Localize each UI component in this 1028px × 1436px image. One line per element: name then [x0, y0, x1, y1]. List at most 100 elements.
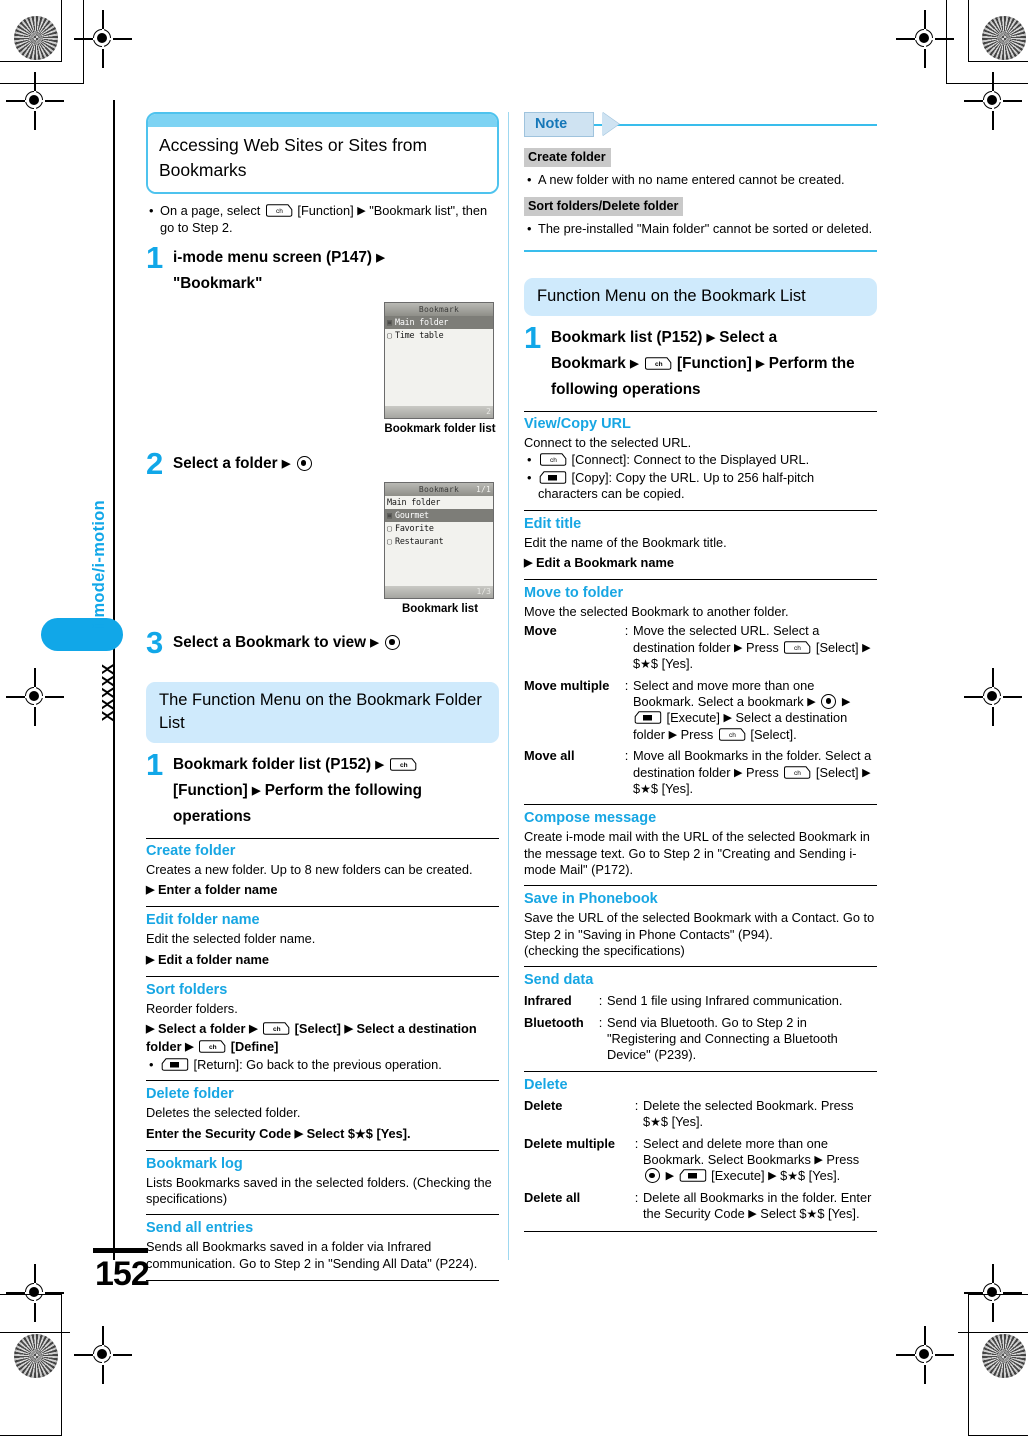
row-term: Delete all [524, 1189, 581, 1205]
ch-key-icon: ch [262, 1022, 290, 1035]
row-desc: Move the selected URL. Select a destinat… [633, 623, 871, 672]
ix-key-icon [634, 711, 662, 725]
phone-row-label: Main folder [387, 497, 441, 507]
entry-bookmark-log: Bookmark log Lists Bookmarks saved in th… [146, 1149, 499, 1208]
entry-operation: ▶ Select a folder ▶ ch [Select] ▶ Select… [146, 1020, 477, 1054]
entry-title: Bookmark log [146, 1155, 243, 1172]
entry-operation: ▶ Enter a folder name [146, 882, 278, 898]
center-key-icon [645, 1168, 660, 1184]
row-colon: : [598, 1014, 603, 1030]
left-column: Accessing Web Sites or Sites from Bookma… [146, 112, 499, 1281]
step-3-text: Select a Bookmark to view ▶ [173, 629, 499, 657]
center-key-icon [296, 456, 312, 471]
figure-bookmark-folder-list: Bookmark ▣ Main folder ▢ Time table 2 Book… [384, 302, 496, 436]
sub-heading-folder-function-menu: The Function Menu on the Bookmark Folder… [146, 682, 499, 743]
phone-status-bar: 1/3 [385, 586, 493, 598]
step-2-number: 2 [146, 446, 164, 481]
note-group-create-folder: Create folder • A new folder with no nam… [524, 148, 877, 189]
entry-delete-folder: Delete folder Deletes the selected folde… [146, 1080, 499, 1142]
ch-key-icon: ch [389, 758, 417, 771]
row-desc: Move all Bookmarks in the folder. Select… [633, 748, 872, 797]
entry-title: Sort folders [146, 981, 228, 998]
entry-operation: ▶ Edit a Bookmark name [524, 555, 674, 571]
entry-title: Edit title [524, 515, 582, 532]
table-row: Infrared : Send 1 file using Infrared co… [524, 993, 877, 1009]
note-bullet-text: A new folder with no name entered cannot… [538, 172, 845, 187]
center-key-icon [384, 635, 400, 650]
row-desc: Delete all Bookmarks in the folder. Ente… [643, 1189, 872, 1222]
bullet-dot-icon: • [527, 172, 532, 187]
svg-text:ch: ch [794, 645, 801, 652]
main-heading-text: Accessing Web Sites or Sites from Bookma… [148, 127, 497, 192]
ch-key-icon: ch [644, 357, 672, 370]
figure-caption: Bookmark list [401, 603, 479, 615]
phone-row-label: Restaurant [395, 536, 444, 546]
table-row: Delete : Delete the selected Bookmark. P… [524, 1098, 877, 1131]
phone-status-bar: 2 [385, 406, 493, 418]
step-2-text: Select a folder ▶ [173, 450, 499, 478]
page-number: 152 [95, 1255, 150, 1293]
ch-key-icon: ch [265, 204, 293, 217]
row-term: Move all [524, 748, 575, 764]
right-entries-bottom-rule [524, 1230, 877, 1232]
step-3-number: 3 [146, 625, 164, 660]
note-bullet: • The pre-installed "Main folder" cannot… [524, 221, 877, 238]
ch-key-icon: ch [718, 728, 746, 741]
entry-body: Edit the name of the Bookmark title. [524, 534, 727, 550]
row-desc: Select and delete more than one Bookmark… [643, 1135, 860, 1184]
ch-key-icon: ch [783, 765, 811, 779]
entry-body: Reorder folders. [146, 1000, 238, 1016]
entry-edit-title: Edit title Edit the name of the Bookmark… [524, 509, 877, 572]
figure-bookmark-list: Bookmark 1/1 Main folder ▣ Gourmet ▢ Favor… [384, 482, 496, 616]
step-1-number: 1 [146, 240, 164, 275]
row-term: Move [524, 623, 557, 639]
figure-caption: Bookmark folder list [384, 423, 496, 435]
entry-title: Send data [524, 972, 594, 989]
right-sub-step-1-text: Bookmark list (P152) ▶ Select a Bookmark … [551, 329, 855, 398]
entry-body: Connect to the selected URL. [524, 435, 692, 450]
entry-title: Compose message [524, 810, 657, 827]
note-bottom-rule [524, 250, 877, 252]
sub-step-1: 1 Bookmark folder list (P152) ▶ ch [Funct… [146, 749, 499, 829]
phone-row-label: Time table [395, 330, 444, 340]
sidebar-chapter-code: XXXXX [100, 663, 117, 722]
entry-title: Save in Phonebook [524, 891, 658, 908]
phone-row-label: Main folder [395, 317, 449, 327]
svg-text:ch: ch [794, 770, 801, 777]
note-group-label: Sort folders/Delete folder [524, 196, 684, 216]
table-row: Delete multiple : Select and delete more… [524, 1136, 877, 1185]
center-key-icon [821, 694, 837, 710]
row-term: Move multiple [524, 677, 610, 693]
bookmark-icon: ▣ [387, 510, 392, 520]
sub-heading-bookmark-function-menu: Function Menu on the Bookmark List [524, 278, 877, 316]
right-sub-step-1-number: 1 [524, 320, 542, 355]
entry-title: View/Copy URL [524, 416, 631, 432]
row-colon: : [634, 1097, 639, 1113]
entry-send-all-entries: Send all entries Sends all Bookmarks sav… [146, 1214, 499, 1272]
phone-title-bar: Bookmark 1/1 [385, 483, 493, 496]
note-banner-arrow-icon [602, 112, 619, 136]
note-bullet: • A new folder with no name entered cann… [524, 172, 877, 189]
ch-key-icon: ch [783, 641, 811, 654]
row-colon: : [624, 623, 629, 639]
delete-options-table: Delete : Delete the selected Bookmark. P… [524, 1098, 877, 1223]
phone-screen-bookmark-list: Bookmark 1/1 Main folder ▣ Gourmet ▢ Favor… [384, 482, 494, 599]
row-colon: : [624, 748, 629, 764]
phone-list-row: ▢ Restaurant [385, 535, 493, 548]
note-group-sort-delete-folder: Sort folders/Delete folder • The pre-ins… [524, 196, 877, 238]
svg-text:ch: ch [276, 208, 283, 215]
table-row: Move all : Move all Bookmarks in the fol… [524, 748, 877, 797]
entry-bullet: • ch [Connect]: Connect to the Displayed… [524, 452, 877, 469]
step-3: 3 Select a Bookmark to view ▶ [146, 625, 499, 660]
entries-bottom-rule [146, 1279, 499, 1281]
entry-body: Move the selected Bookmark to another fo… [524, 604, 789, 620]
folder-icon: ▢ [387, 330, 392, 340]
table-row: Bluetooth : Send via Bluetooth. Go to St… [524, 1015, 877, 1064]
ix-key-icon [679, 1169, 707, 1183]
entry-body: Creates a new folder. Up to 8 new folder… [146, 862, 473, 877]
bullet-dot-icon: • [149, 1056, 154, 1072]
entry-edit-folder-name: Edit folder name Edit the selected folde… [146, 906, 499, 968]
phone-page-indicator: 1/1 [475, 485, 491, 494]
table-row: Move : Move the selected URL. Select a d… [524, 623, 877, 672]
row-desc: Send via Bluetooth. Go to Step 2 in "Reg… [607, 1014, 838, 1063]
